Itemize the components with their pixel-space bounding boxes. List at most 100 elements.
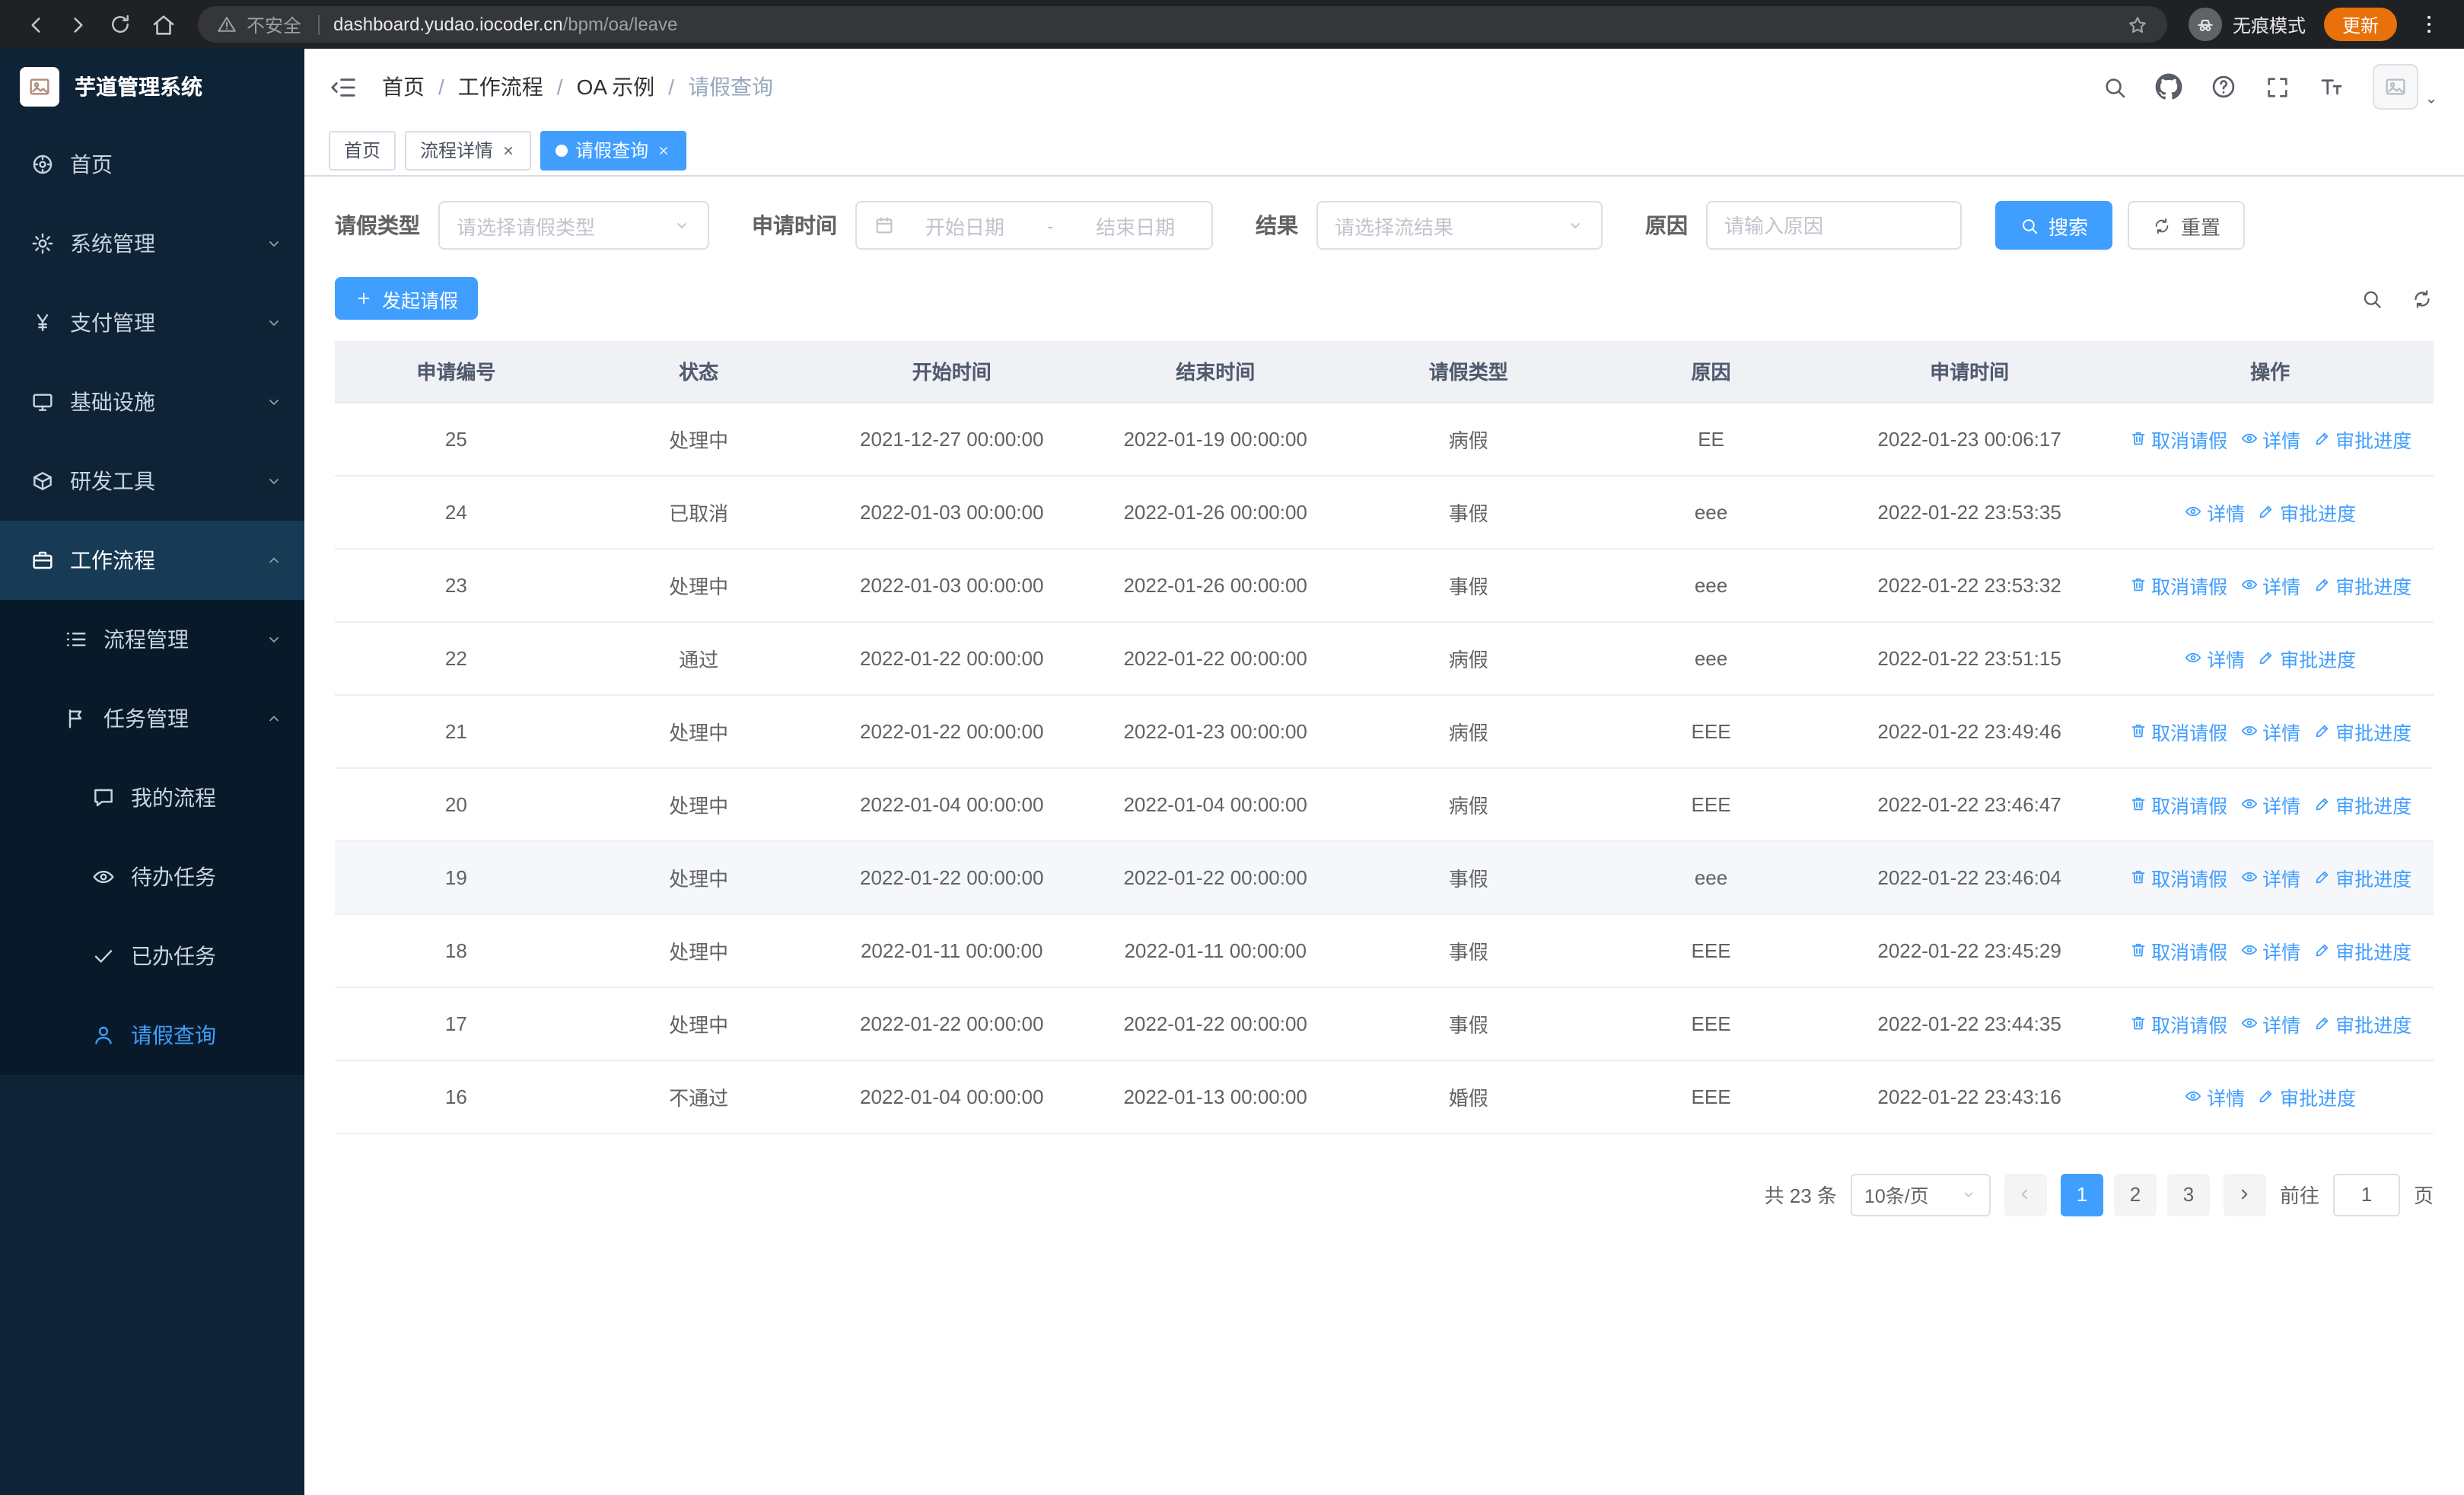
operations-cell: 详情 审批进度	[2106, 621, 2434, 695]
update-button[interactable]: 更新	[2323, 8, 2397, 41]
edit-icon	[2315, 1017, 2328, 1030]
cancel-leave-link[interactable]: 取消请假	[2128, 716, 2227, 745]
status: 处理中	[577, 767, 820, 841]
reset-button[interactable]: 重置	[2128, 201, 2246, 250]
next-page-button[interactable]	[2223, 1173, 2266, 1216]
browser-reload-button[interactable]	[100, 5, 140, 44]
sidebar-item-process-management[interactable]: 流程管理	[0, 600, 304, 679]
prev-page-button[interactable]	[2004, 1173, 2047, 1216]
calendar-icon	[876, 217, 893, 234]
incognito-icon	[2198, 19, 2213, 31]
progress-link[interactable]: 审批进度	[2257, 643, 2356, 672]
edit-icon	[2259, 652, 2272, 665]
tab-leave-query[interactable]: 请假查询	[540, 130, 687, 170]
column-header: 开始时间	[820, 341, 1084, 403]
bookmark-star-icon-wrap[interactable]	[2126, 13, 2149, 36]
help-icon-wrap[interactable]	[2210, 73, 2237, 100]
eye-icon	[2241, 872, 2257, 882]
sidebar-item-dev-tools[interactable]: 研发工具	[0, 441, 304, 521]
progress-link[interactable]: 审批进度	[2313, 862, 2411, 891]
refresh-table-icon-wrap[interactable]	[2411, 287, 2434, 310]
browser-menu-button[interactable]	[2409, 5, 2449, 44]
column-header: 结束时间	[1083, 341, 1348, 403]
sidebar-item-my-processes[interactable]: 我的流程	[0, 758, 304, 837]
tag-view-bar: 首页 流程详情 请假查询	[304, 125, 2464, 177]
page-button-1[interactable]: 1	[2060, 1173, 2103, 1216]
page-button-2[interactable]: 2	[2113, 1173, 2157, 1216]
app-logo	[20, 67, 59, 107]
sidebar-item-home[interactable]: 首页	[0, 125, 304, 204]
detail-link[interactable]: 详情	[2240, 1009, 2300, 1038]
apply-time: 2022-01-22 23:43:16	[1832, 1060, 2107, 1133]
leave-type: 事假	[1347, 475, 1590, 549]
page-size-select[interactable]: 10条/页	[1850, 1173, 1991, 1216]
sidebar-item-system-management[interactable]: 系统管理	[0, 204, 304, 283]
detail-link[interactable]: 详情	[2184, 1082, 2245, 1111]
cancel-leave-link[interactable]: 取消请假	[2128, 936, 2227, 964]
sidebar-item-leave-query[interactable]: 请假查询	[0, 996, 304, 1075]
sidebar-item-task-management[interactable]: 任务管理	[0, 679, 304, 758]
progress-link[interactable]: 审批进度	[2313, 716, 2411, 745]
reason: eee	[1590, 621, 1832, 695]
detail-link[interactable]: 详情	[2240, 936, 2300, 964]
user-avatar-dropdown[interactable]	[2373, 64, 2440, 110]
breadcrumb-item[interactable]: OA 示例	[577, 72, 655, 102]
close-icon	[505, 146, 512, 154]
leave-type-select[interactable]: 请选择请假类型	[438, 201, 709, 250]
create-leave-button[interactable]: 发起请假	[335, 277, 479, 320]
cancel-leave-link[interactable]: 取消请假	[2128, 1009, 2227, 1038]
end-time: 2022-01-23 00:00:00	[1083, 694, 1348, 768]
cancel-leave-link[interactable]: 取消请假	[2128, 570, 2227, 599]
github-icon-wrap[interactable]	[2155, 73, 2182, 100]
reason: EEE	[1590, 987, 1832, 1060]
detail-link[interactable]: 详情	[2240, 424, 2300, 453]
search-icon-wrap[interactable]	[2102, 74, 2128, 100]
breadcrumb-separator: /	[438, 75, 444, 99]
detail-link[interactable]: 详情	[2240, 716, 2300, 745]
detail-link[interactable]: 详情	[2240, 789, 2300, 818]
application-id: 19	[335, 840, 578, 914]
toggle-search-icon-wrap[interactable]	[2361, 287, 2383, 310]
progress-link[interactable]: 审批进度	[2313, 1009, 2411, 1038]
result-select[interactable]: 请选择流结果	[1316, 201, 1603, 250]
font-size-icon-wrap[interactable]	[2318, 73, 2345, 100]
progress-link[interactable]: 审批进度	[2313, 789, 2411, 818]
detail-link[interactable]: 详情	[2240, 862, 2300, 891]
goto-page-input[interactable]	[2332, 1173, 2400, 1216]
cancel-leave-link[interactable]: 取消请假	[2128, 862, 2227, 891]
progress-link[interactable]: 审批进度	[2313, 936, 2411, 964]
sidebar-item-todo-tasks[interactable]: 待办任务	[0, 837, 304, 916]
sidebar-item-done-tasks[interactable]: 已办任务	[0, 916, 304, 996]
sidebar-item-workflow[interactable]: 工作流程	[0, 521, 304, 600]
progress-link[interactable]: 审批进度	[2257, 497, 2356, 526]
main-area: 首页 / 工作流程 / OA 示例 / 请假查询 首页 流程详情 请假查询 请假…	[304, 49, 2464, 1495]
tab-process-detail[interactable]: 流程详情	[405, 130, 532, 170]
cancel-leave-link[interactable]: 取消请假	[2128, 789, 2227, 818]
sidebar-item-infrastructure[interactable]: 基础设施	[0, 362, 304, 441]
browser-back-button[interactable]	[15, 5, 55, 44]
tab-home[interactable]: 首页	[329, 130, 396, 170]
detail-link[interactable]: 详情	[2184, 497, 2245, 526]
end-time: 2022-01-22 00:00:00	[1083, 840, 1348, 914]
sidebar-collapse-button[interactable]	[329, 72, 358, 101]
page-button-3[interactable]: 3	[2166, 1173, 2210, 1216]
progress-link[interactable]: 审批进度	[2313, 424, 2411, 453]
reload-icon	[112, 14, 129, 33]
breadcrumb-item[interactable]: 工作流程	[458, 72, 543, 102]
cancel-leave-link[interactable]: 取消请假	[2128, 424, 2227, 453]
table-row: 16 不通过 2022-01-04 00:00:00 2022-01-13 00:00…	[335, 1060, 2434, 1133]
fullscreen-icon-wrap[interactable]	[2265, 74, 2291, 100]
detail-link[interactable]: 详情	[2240, 570, 2300, 599]
apply-time-range-picker[interactable]: 开始日期 - 结束日期	[855, 201, 1213, 250]
reason-input[interactable]	[1706, 201, 1962, 250]
progress-link[interactable]: 审批进度	[2257, 1082, 2356, 1111]
address-bar[interactable]: 不安全 dashboard.yudao.iocoder.cn/bpm/oa/le…	[198, 6, 2167, 43]
progress-link[interactable]: 审批进度	[2313, 570, 2411, 599]
start-date-placeholder: 开始日期	[925, 215, 1004, 238]
browser-forward-button[interactable]	[58, 5, 97, 44]
breadcrumb-item[interactable]: 首页	[382, 72, 425, 102]
detail-link[interactable]: 详情	[2184, 643, 2245, 672]
sidebar-item-payment-management[interactable]: 支付管理	[0, 283, 304, 362]
search-button[interactable]: 搜索	[1995, 201, 2113, 250]
browser-home-button[interactable]	[143, 5, 183, 44]
